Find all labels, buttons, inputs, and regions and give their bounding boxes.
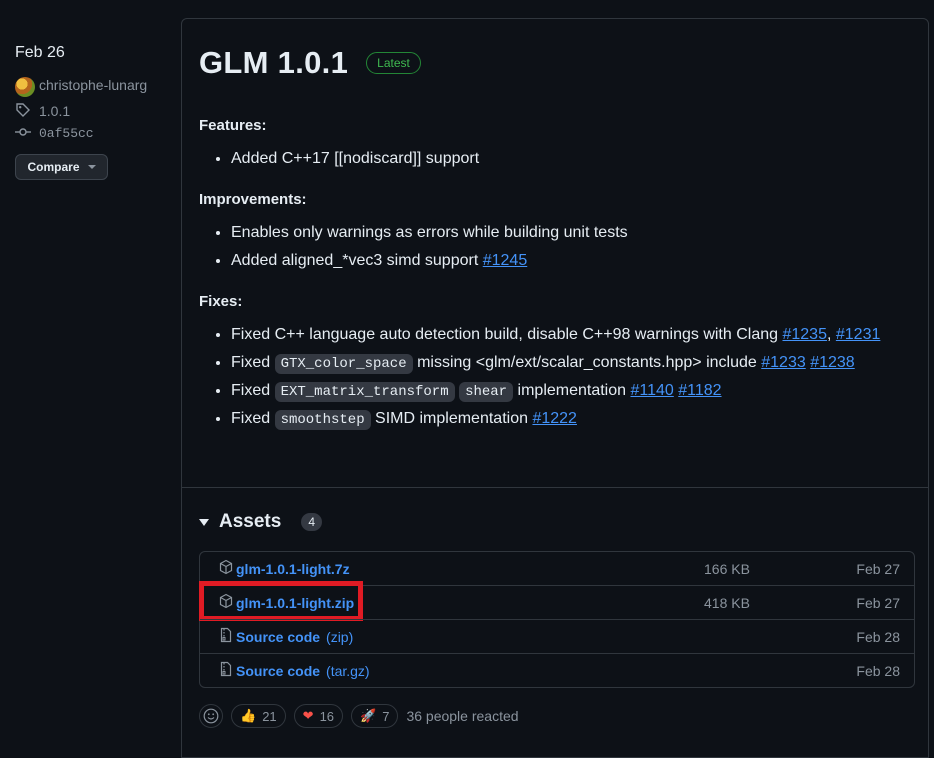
assets-list: glm-1.0.1-light.7z 166 KB Feb 27 glm-1.0… xyxy=(199,551,915,688)
code-span: EXT_matrix_transform xyxy=(274,382,455,402)
issue-link[interactable]: #1231 xyxy=(836,326,881,343)
rocket-icon: 🚀 xyxy=(360,708,377,723)
chevron-down-icon xyxy=(87,165,96,169)
item-text: Fixed xyxy=(231,354,271,371)
features-list: Added C++17 [[nodiscard]] support xyxy=(199,145,919,173)
list-item: Fixed C++ language auto detection build,… xyxy=(231,321,919,349)
fixes-list: Fixed C++ language auto detection build,… xyxy=(199,321,919,433)
asset-link[interactable]: Source code xyxy=(236,663,320,679)
file-zip-icon xyxy=(218,627,234,646)
asset-size: 166 KB xyxy=(704,560,750,577)
issue-link[interactable]: #1233 xyxy=(761,354,806,371)
issue-link[interactable]: #1235 xyxy=(782,326,827,343)
asset-ext[interactable]: (tar.gz) xyxy=(326,663,370,679)
reaction-rocket[interactable]: 🚀 7 xyxy=(351,704,399,728)
release-sidebar: Feb 26 christophe-lunarg 1.0.1 0af55cc C… xyxy=(15,44,165,180)
asset-link[interactable]: glm-1.0.1-light.zip xyxy=(236,595,354,611)
reaction-count: 21 xyxy=(262,708,277,724)
item-text: missing <glm/ext/scalar_constants.hpp> i… xyxy=(417,354,757,371)
asset-link[interactable]: Source code xyxy=(236,629,320,645)
package-icon xyxy=(218,559,234,578)
item-text: Fixed xyxy=(231,382,271,399)
issue-link[interactable]: #1245 xyxy=(483,252,528,269)
reaction-thumbs-up[interactable]: 👍 21 xyxy=(231,704,286,728)
list-item: Enables only warnings as errors while bu… xyxy=(231,219,919,247)
smiley-icon xyxy=(203,708,219,724)
commit-icon xyxy=(15,124,31,143)
item-text: Added aligned_*vec3 simd support xyxy=(231,252,479,269)
add-reaction-button[interactable] xyxy=(199,704,223,728)
asset-link[interactable]: glm-1.0.1-light.7z xyxy=(236,561,350,577)
thumbs-up-icon: 👍 xyxy=(240,708,257,723)
improvements-heading: Improvements: xyxy=(199,191,307,208)
issue-link[interactable]: #1140 xyxy=(630,382,673,399)
assets-title[interactable]: Assets xyxy=(219,511,281,533)
code-span: shear xyxy=(459,382,514,402)
tag-icon xyxy=(15,102,31,121)
asset-row: Source code (tar.gz) Feb 28 xyxy=(200,653,914,687)
release-date: Feb 26 xyxy=(15,44,65,61)
issue-link[interactable]: #1222 xyxy=(532,410,577,427)
list-item: Added C++17 [[nodiscard]] support xyxy=(231,145,919,173)
reaction-count: 16 xyxy=(319,708,335,724)
release-header: GLM 1.0.1 Latest xyxy=(199,45,421,81)
triangle-down-icon xyxy=(199,518,209,526)
asset-row: Source code (zip) Feb 28 xyxy=(200,619,914,653)
divider xyxy=(182,487,928,488)
asset-ext[interactable]: (zip) xyxy=(326,629,353,645)
tag-name[interactable]: 1.0.1 xyxy=(39,103,70,119)
compare-button[interactable]: Compare xyxy=(15,154,108,180)
asset-row: glm-1.0.1-light.7z 166 KB Feb 27 xyxy=(200,552,914,585)
package-icon xyxy=(218,593,234,612)
reactions-summary: 36 people reacted xyxy=(406,708,519,724)
improvements-list: Enables only warnings as errors while bu… xyxy=(199,219,919,275)
issue-link[interactable]: #1238 xyxy=(810,354,855,371)
fixes-heading: Fixes: xyxy=(199,293,243,310)
asset-date: Feb 27 xyxy=(856,594,900,611)
reaction-heart[interactable]: ❤ 16 xyxy=(293,704,344,728)
release-card: GLM 1.0.1 Latest Features: Added C++17 [… xyxy=(181,18,929,758)
asset-size: 418 KB xyxy=(704,594,750,611)
compare-label: Compare xyxy=(27,160,80,174)
commit-link[interactable]: 0af55cc xyxy=(15,122,165,144)
item-text: Fixed C++ language auto detection build,… xyxy=(231,326,779,343)
reaction-count: 7 xyxy=(382,708,390,724)
commit-hash[interactable]: 0af55cc xyxy=(39,126,94,141)
release-notes: Features: Added C++17 [[nodiscard]] supp… xyxy=(199,115,919,449)
assets-toggle[interactable]: Assets 4 xyxy=(199,511,323,533)
tag-link[interactable]: 1.0.1 xyxy=(15,100,165,122)
avatar[interactable] xyxy=(15,77,35,97)
assets-count-badge: 4 xyxy=(301,513,323,531)
code-span: smoothstep xyxy=(274,410,371,430)
latest-badge: Latest xyxy=(366,52,421,74)
list-item: Fixed GTX_color_space missing <glm/ext/s… xyxy=(231,349,919,377)
asset-row: glm-1.0.1-light.zip 418 KB Feb 27 xyxy=(199,581,914,621)
list-item: Added aligned_*vec3 simd support #1245 xyxy=(231,247,919,275)
file-zip-icon xyxy=(218,661,234,680)
asset-date: Feb 27 xyxy=(856,560,900,577)
reactions-bar: 👍 21 ❤ 16 🚀 7 36 people reacted xyxy=(199,704,519,728)
item-text: implementation xyxy=(517,382,627,399)
code-span: GTX_color_space xyxy=(274,354,413,374)
heart-icon: ❤ xyxy=(302,708,314,723)
asset-date: Feb 28 xyxy=(856,628,900,645)
item-text: SIMD implementation xyxy=(375,410,528,427)
author-link[interactable]: christophe-lunarg xyxy=(15,74,165,97)
features-heading: Features: xyxy=(199,117,267,134)
asset-date: Feb 28 xyxy=(856,662,900,679)
list-item: Fixed EXT_matrix_transform shear impleme… xyxy=(231,377,919,405)
item-text: Fixed xyxy=(231,410,271,427)
author-name[interactable]: christophe-lunarg xyxy=(39,77,147,93)
release-title[interactable]: GLM 1.0.1 xyxy=(199,45,348,81)
list-item: Fixed smoothstep SIMD implementation #12… xyxy=(231,405,919,433)
issue-link[interactable]: #1182 xyxy=(678,382,721,399)
